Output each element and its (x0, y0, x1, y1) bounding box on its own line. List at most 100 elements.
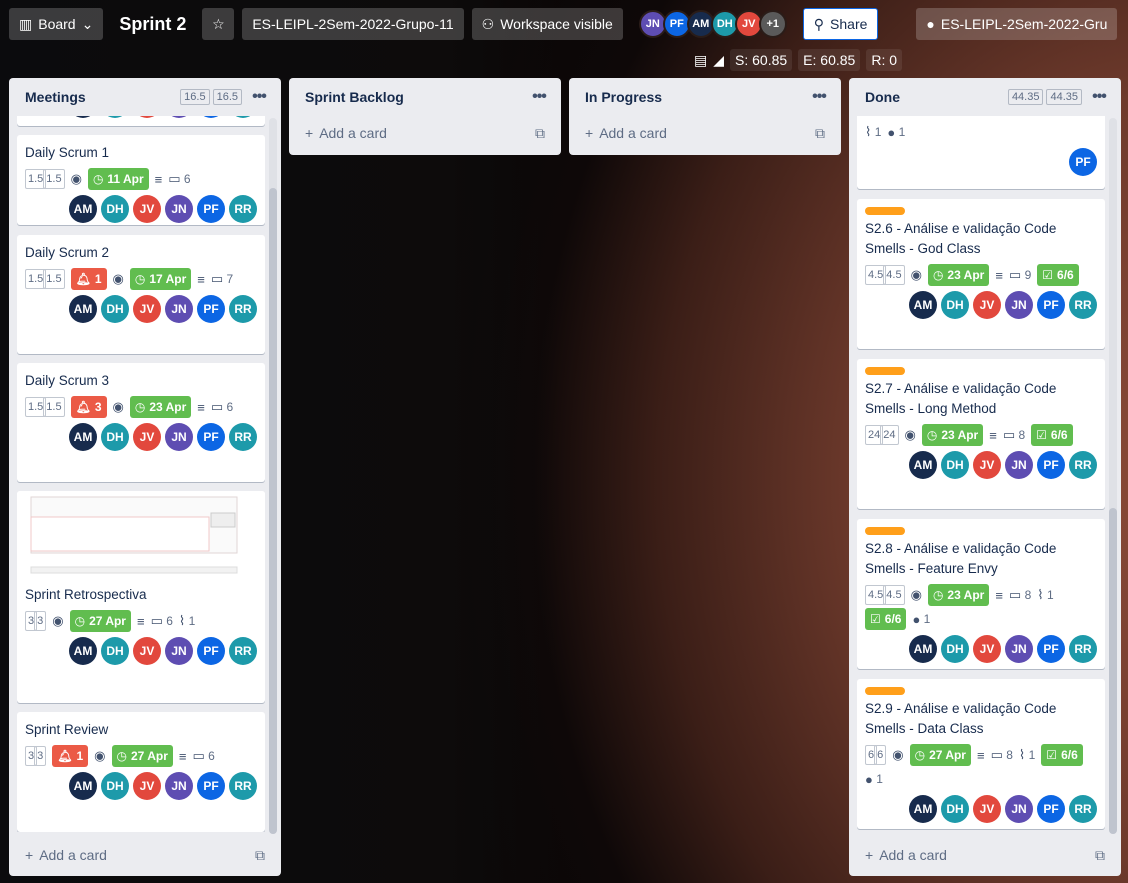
avatar[interactable]: RR (1069, 795, 1097, 823)
avatar[interactable]: JV (973, 635, 1001, 663)
avatar[interactable]: PF (1037, 795, 1065, 823)
avatar[interactable]: JV (133, 423, 161, 451)
list-scrollbar[interactable] (269, 118, 277, 834)
avatar[interactable]: AM (909, 795, 937, 823)
due-date-badge[interactable]: ◷ 17 Apr (129, 268, 192, 290)
card[interactable]: Daily Scrum 1 1.5 1.5 ◉ ◷ 11 Apr ≡ ▭ 6 AM D… (17, 135, 265, 225)
avatar[interactable]: DH (941, 795, 969, 823)
view-switcher-button[interactable]: ▥ Board ⌄ (9, 8, 104, 40)
due-date-badge[interactable]: ◷ 11 Apr (87, 168, 149, 190)
avatar[interactable]: PF (197, 195, 225, 223)
avatar[interactable]: AM (69, 772, 97, 800)
list-menu-button[interactable]: ••• (1085, 88, 1113, 106)
list-menu-button[interactable]: ••• (805, 88, 833, 106)
visibility-button[interactable]: ⚇ Workspace visible (471, 8, 623, 40)
add-card-button[interactable]: + Add a card ⧉ (857, 841, 1113, 869)
avatar[interactable]: PF (197, 637, 225, 665)
avatar[interactable]: JN (1005, 451, 1033, 479)
due-date-badge[interactable]: ◷ 27 Apr (909, 744, 971, 766)
avatar[interactable]: RR (229, 116, 257, 118)
avatar[interactable]: DH (101, 295, 129, 323)
card[interactable]: Sprint Retrospectiva 33 ◉ ◷ 27 Apr ≡ ▭ 6 … (17, 491, 265, 703)
avatar[interactable]: RR (229, 772, 257, 800)
avatar[interactable]: JN (1005, 795, 1033, 823)
avatar[interactable]: RR (1069, 291, 1097, 319)
add-card-button[interactable]: + Add a card ⧉ (577, 119, 833, 147)
scrollbar-thumb[interactable] (1109, 508, 1117, 834)
avatar[interactable]: JV (973, 795, 1001, 823)
list-scrollbar[interactable] (1109, 118, 1117, 834)
avatar[interactable]: RR (229, 637, 257, 665)
avatar[interactable]: JV (973, 451, 1001, 479)
avatar[interactable]: PF (197, 116, 225, 118)
template-icon[interactable]: ⧉ (535, 125, 545, 142)
card[interactable]: Daily Scrum 2 1.5 1.5 🔔︎ 1 ◉ ◷ 17 Apr ≡ ▭ 7… (17, 235, 265, 354)
avatar[interactable]: PF (197, 423, 225, 451)
avatar[interactable]: JV (133, 772, 161, 800)
avatar[interactable]: JV (133, 295, 161, 323)
add-card-button[interactable]: + Add a card ⧉ (297, 119, 553, 147)
card[interactable]: S2.7 - Análise e validação Code Smells -… (857, 359, 1105, 509)
avatar[interactable]: AM (909, 291, 937, 319)
card[interactable]: S2.9 - Análise e validação Code Smells -… (857, 679, 1105, 829)
avatar[interactable]: AM (909, 635, 937, 663)
card[interactable]: Daily Scrum 3 1.5 1.5 🔔︎ 3 ◉ ◷ 23 Apr ≡ ▭ 6… (17, 363, 265, 482)
list-menu-button[interactable]: ••• (525, 88, 553, 106)
avatar[interactable]: DH (101, 772, 129, 800)
list-title[interactable]: Done (865, 89, 1008, 105)
avatar[interactable]: PF (197, 772, 225, 800)
card[interactable]: Sprint Review 33 🔔︎ 1 ◉ ◷ 27 Apr ≡ ▭ 6 AM D… (17, 712, 265, 832)
card[interactable]: S2.6 - Análise e validação Code Smells -… (857, 199, 1105, 349)
avatar[interactable]: JN (165, 116, 193, 118)
card-label[interactable] (865, 687, 905, 695)
template-icon[interactable]: ⧉ (815, 125, 825, 142)
due-date-badge[interactable]: ◷ 27 Apr (111, 745, 173, 767)
avatar[interactable]: RR (1069, 451, 1097, 479)
avatar[interactable]: JN (165, 423, 193, 451)
avatar[interactable]: RR (229, 195, 257, 223)
avatar[interactable]: JV (133, 637, 161, 665)
avatar[interactable]: PF (1037, 635, 1065, 663)
avatar[interactable]: DH (941, 291, 969, 319)
avatar[interactable]: JN (165, 195, 193, 223)
avatar[interactable]: JN (165, 295, 193, 323)
avatar[interactable]: JN (1005, 291, 1033, 319)
avatar[interactable]: PF (1037, 291, 1065, 319)
avatar[interactable]: DH (101, 637, 129, 665)
avatar[interactable]: PF (197, 295, 225, 323)
avatar[interactable]: AM (69, 423, 97, 451)
card[interactable]: S2.8 - Análise e validação Code Smells -… (857, 519, 1105, 669)
workspace-button[interactable]: ES-LEIPL-2Sem-2022-Grupo-11 (242, 8, 464, 40)
avatar[interactable]: PF (1069, 148, 1097, 176)
avatar[interactable]: DH (101, 116, 129, 118)
template-icon[interactable]: ⧉ (255, 847, 265, 864)
avatar[interactable]: AM (69, 637, 97, 665)
due-date-badge[interactable]: ◷ 23 Apr (927, 584, 990, 606)
avatar[interactable]: AM (69, 116, 97, 118)
avatar[interactable]: JN (165, 772, 193, 800)
list-title[interactable]: Meetings (25, 89, 180, 105)
card-label[interactable] (865, 207, 905, 215)
avatar[interactable]: AM (69, 195, 97, 223)
card[interactable]: ⌇ 1 ● 1 PF (857, 116, 1105, 189)
avatar[interactable]: PF (1037, 451, 1065, 479)
card-label[interactable] (865, 527, 905, 535)
board-title[interactable]: Sprint 2 (111, 14, 194, 35)
avatar[interactable]: RR (229, 295, 257, 323)
avatar[interactable]: DH (101, 195, 129, 223)
template-icon[interactable]: ⧉ (1095, 847, 1105, 864)
avatar[interactable]: RR (1069, 635, 1097, 663)
avatar[interactable]: JN (1005, 635, 1033, 663)
list-title[interactable]: Sprint Backlog (305, 89, 525, 105)
list-menu-button[interactable]: ••• (245, 88, 273, 106)
avatar[interactable]: JV (973, 291, 1001, 319)
avatar[interactable]: DH (941, 635, 969, 663)
avatar[interactable]: DH (101, 423, 129, 451)
scrollbar-thumb[interactable] (269, 188, 277, 834)
avatar[interactable]: AM (909, 451, 937, 479)
list-title[interactable]: In Progress (585, 89, 805, 105)
star-button[interactable]: ☆ (202, 8, 235, 40)
due-date-badge[interactable]: ◷ 27 Apr (69, 610, 131, 632)
avatar[interactable]: DH (941, 451, 969, 479)
avatar[interactable]: JN (165, 637, 193, 665)
